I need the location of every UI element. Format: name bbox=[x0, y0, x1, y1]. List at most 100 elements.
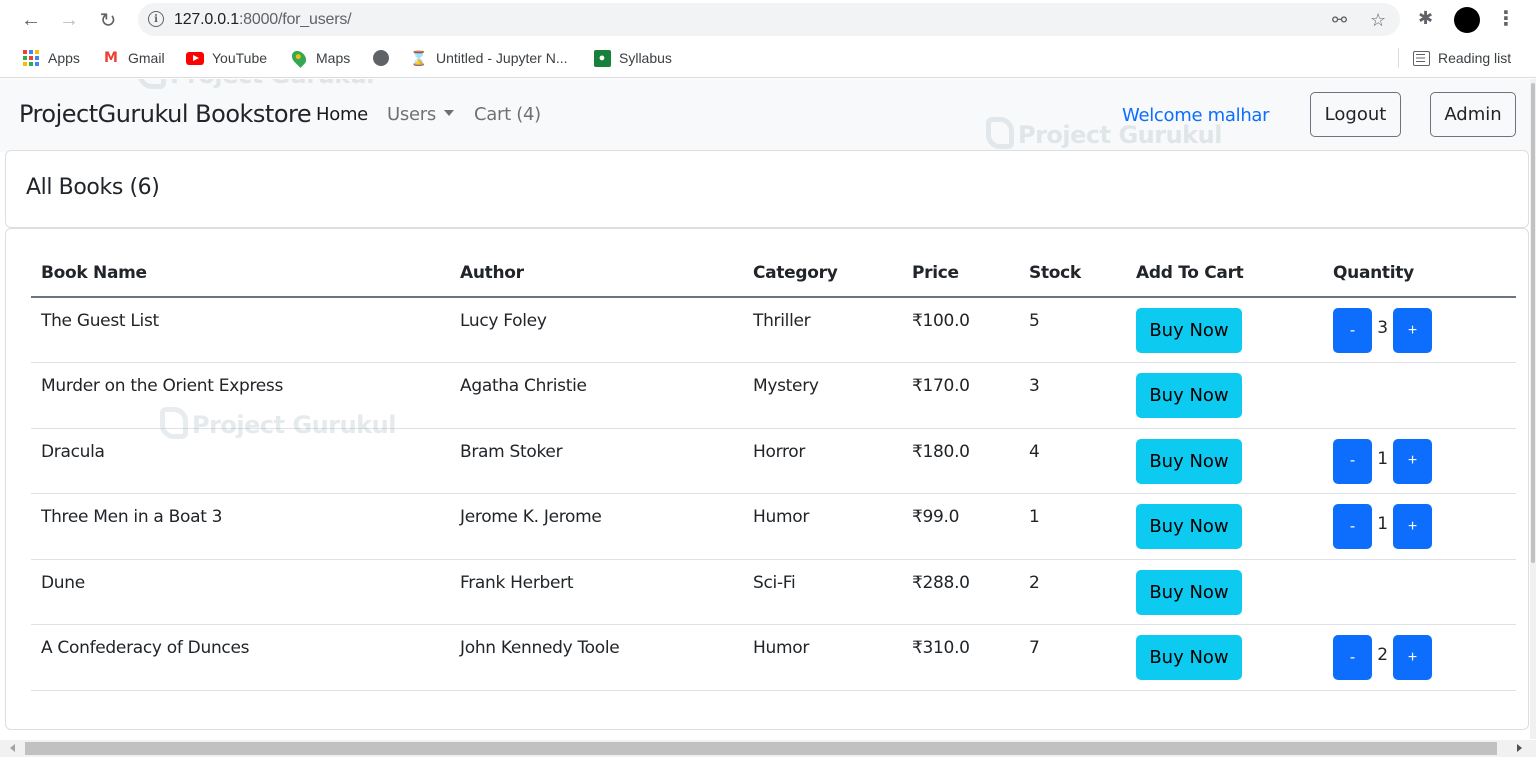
quantity-cell: -1 + bbox=[1323, 428, 1516, 494]
title-card: All Books (6) bbox=[5, 150, 1529, 228]
admin-button[interactable]: Admin bbox=[1430, 92, 1516, 137]
address-bar[interactable]: i 127.0.0.1:8000/for_users/ ⚯ ☆ bbox=[138, 3, 1400, 36]
price-cell: ₹170.0 bbox=[902, 362, 1019, 429]
site-info-icon[interactable]: i bbox=[148, 11, 164, 27]
bookmarks-divider bbox=[1398, 48, 1399, 68]
book-name-cell: Three Men in a Boat 3 bbox=[31, 493, 450, 560]
bookmark-apps[interactable]: Apps bbox=[22, 49, 80, 67]
extensions-icon[interactable]: ✱ bbox=[1418, 8, 1433, 29]
nav-home[interactable]: Home bbox=[316, 104, 368, 125]
bookmark-syllabus[interactable]: ● Syllabus bbox=[593, 49, 672, 67]
author-cell: Frank Herbert bbox=[450, 559, 743, 625]
header-book-name: Book Name bbox=[31, 253, 450, 298]
horizontal-scrollbar-thumb[interactable] bbox=[25, 742, 1497, 755]
welcome-text: Welcome malhar bbox=[1122, 105, 1270, 126]
bookmark-label: YouTube bbox=[212, 50, 268, 66]
category-cell: Mystery bbox=[743, 362, 902, 429]
stock-cell: 1 bbox=[1019, 493, 1126, 560]
back-icon[interactable]: ← bbox=[19, 8, 43, 32]
scroll-right-icon[interactable] bbox=[1517, 744, 1522, 752]
quantity-stepper: -1 + bbox=[1333, 438, 1506, 484]
quantity-value: 1 bbox=[1377, 514, 1388, 534]
buy-now-button[interactable]: Buy Now bbox=[1136, 569, 1242, 615]
gmail-icon: M bbox=[104, 50, 118, 66]
category-cell: Thriller bbox=[743, 297, 902, 363]
maps-icon bbox=[289, 48, 309, 68]
author-cell: Bram Stoker bbox=[450, 428, 743, 494]
bookmark-jupyter[interactable]: ⌛ Untitled - Jupyter N... bbox=[410, 49, 568, 67]
table-row: Dune Frank Herbert Sci-Fi ₹288.0 2 Buy Now bbox=[31, 559, 1516, 625]
quantity-cell: -3 + bbox=[1323, 297, 1516, 363]
vertical-scrollbar[interactable] bbox=[1530, 79, 1536, 739]
table-row: Dracula Bram Stoker Horror ₹180.0 4 Buy Now -1… bbox=[31, 428, 1516, 494]
buy-now-button[interactable]: Buy Now bbox=[1136, 308, 1242, 353]
table-row: A Confederacy of Dunces John Kennedy Tool… bbox=[31, 624, 1516, 691]
buy-now-button[interactable]: Buy Now bbox=[1136, 438, 1242, 484]
classroom-icon: ● bbox=[593, 49, 611, 67]
bookmark-label: Syllabus bbox=[619, 50, 672, 66]
quantity-value: 1 bbox=[1377, 448, 1388, 469]
bookmark-label: Untitled - Jupyter N... bbox=[436, 50, 568, 66]
add-to-cart-cell: Buy Now bbox=[1126, 362, 1323, 429]
quantity-value: 3 bbox=[1377, 318, 1388, 338]
book-name-cell: Murder on the Orient Express bbox=[31, 362, 450, 429]
category-cell: Humor bbox=[743, 624, 902, 691]
menu-icon[interactable]: ⋮ bbox=[1496, 6, 1516, 31]
decrease-quantity-button[interactable]: - bbox=[1333, 504, 1372, 549]
buy-now-button[interactable]: Buy Now bbox=[1136, 504, 1242, 549]
url-text[interactable]: 127.0.0.1:8000/for_users/ bbox=[174, 11, 352, 29]
buy-now-button[interactable]: Buy Now bbox=[1136, 373, 1242, 418]
bookmark-label: Maps bbox=[316, 50, 351, 66]
header-quantity: Quantity bbox=[1323, 253, 1516, 298]
nav-users-label: Users bbox=[387, 104, 436, 125]
bookmark-globe[interactable] bbox=[372, 49, 390, 67]
quantity-stepper: -1 + bbox=[1333, 504, 1506, 549]
bookmark-gmail[interactable]: M Gmail bbox=[102, 49, 165, 67]
reading-list-button[interactable]: Reading list bbox=[1412, 49, 1511, 67]
forward-icon[interactable]: → bbox=[57, 8, 81, 32]
stock-cell: 7 bbox=[1019, 624, 1126, 691]
header-stock: Stock bbox=[1019, 253, 1126, 298]
decrease-quantity-button[interactable]: - bbox=[1333, 308, 1372, 353]
table-row: The Guest List Lucy Foley Thriller ₹100.0 5 B… bbox=[31, 297, 1516, 363]
increase-quantity-button[interactable]: + bbox=[1393, 635, 1432, 680]
header-price: Price bbox=[902, 253, 1019, 298]
quantity-cell bbox=[1323, 362, 1516, 429]
hourglass-icon: ⌛ bbox=[410, 49, 428, 66]
buy-now-button[interactable]: Buy Now bbox=[1136, 635, 1242, 680]
nav-users-dropdown[interactable]: Users bbox=[387, 104, 454, 125]
vertical-scrollbar-thumb[interactable] bbox=[1531, 83, 1535, 563]
category-cell: Sci-Fi bbox=[743, 559, 902, 625]
increase-quantity-button[interactable]: + bbox=[1393, 504, 1432, 549]
url-host: 127.0.0.1 bbox=[174, 11, 239, 28]
quantity-value: 2 bbox=[1377, 645, 1388, 665]
key-icon[interactable]: ⚯ bbox=[1332, 10, 1347, 31]
scroll-left-icon[interactable] bbox=[10, 744, 15, 752]
profile-avatar[interactable] bbox=[1454, 7, 1480, 33]
page-viewport: ProjectGurukul Bookstore Home Users Cart… bbox=[0, 79, 1536, 757]
logout-button[interactable]: Logout bbox=[1310, 92, 1401, 137]
decrease-quantity-button[interactable]: - bbox=[1333, 635, 1372, 680]
reload-icon[interactable]: ↻ bbox=[96, 8, 120, 32]
add-to-cart-cell: Buy Now bbox=[1126, 493, 1323, 560]
bookmark-youtube[interactable]: YouTube bbox=[186, 49, 267, 67]
nav-cart[interactable]: Cart (4) bbox=[474, 104, 541, 125]
add-to-cart-cell: Buy Now bbox=[1126, 428, 1323, 494]
horizontal-scrollbar[interactable] bbox=[0, 740, 1536, 757]
book-name-cell: The Guest List bbox=[31, 297, 450, 363]
increase-quantity-button[interactable]: + bbox=[1393, 308, 1432, 353]
star-icon[interactable]: ☆ bbox=[1370, 10, 1386, 31]
category-cell: Horror bbox=[743, 428, 902, 494]
bookmark-label: Gmail bbox=[128, 50, 165, 66]
decrease-quantity-button[interactable]: - bbox=[1333, 438, 1372, 484]
caret-down-icon bbox=[443, 110, 454, 116]
brand-link[interactable]: ProjectGurukul Bookstore bbox=[19, 100, 312, 128]
price-cell: ₹180.0 bbox=[902, 428, 1019, 494]
browser-toolbar: ← → ↻ i 127.0.0.1:8000/for_users/ ⚯ ☆ ✱ … bbox=[0, 0, 1536, 40]
bookmark-maps[interactable]: Maps bbox=[289, 48, 351, 68]
table-row: Three Men in a Boat 3 Jerome K. Jerome Hum… bbox=[31, 493, 1516, 560]
quantity-cell bbox=[1323, 559, 1516, 625]
header-category: Category bbox=[743, 253, 902, 298]
url-path: :8000/for_users/ bbox=[238, 11, 352, 28]
increase-quantity-button[interactable]: + bbox=[1393, 438, 1432, 484]
